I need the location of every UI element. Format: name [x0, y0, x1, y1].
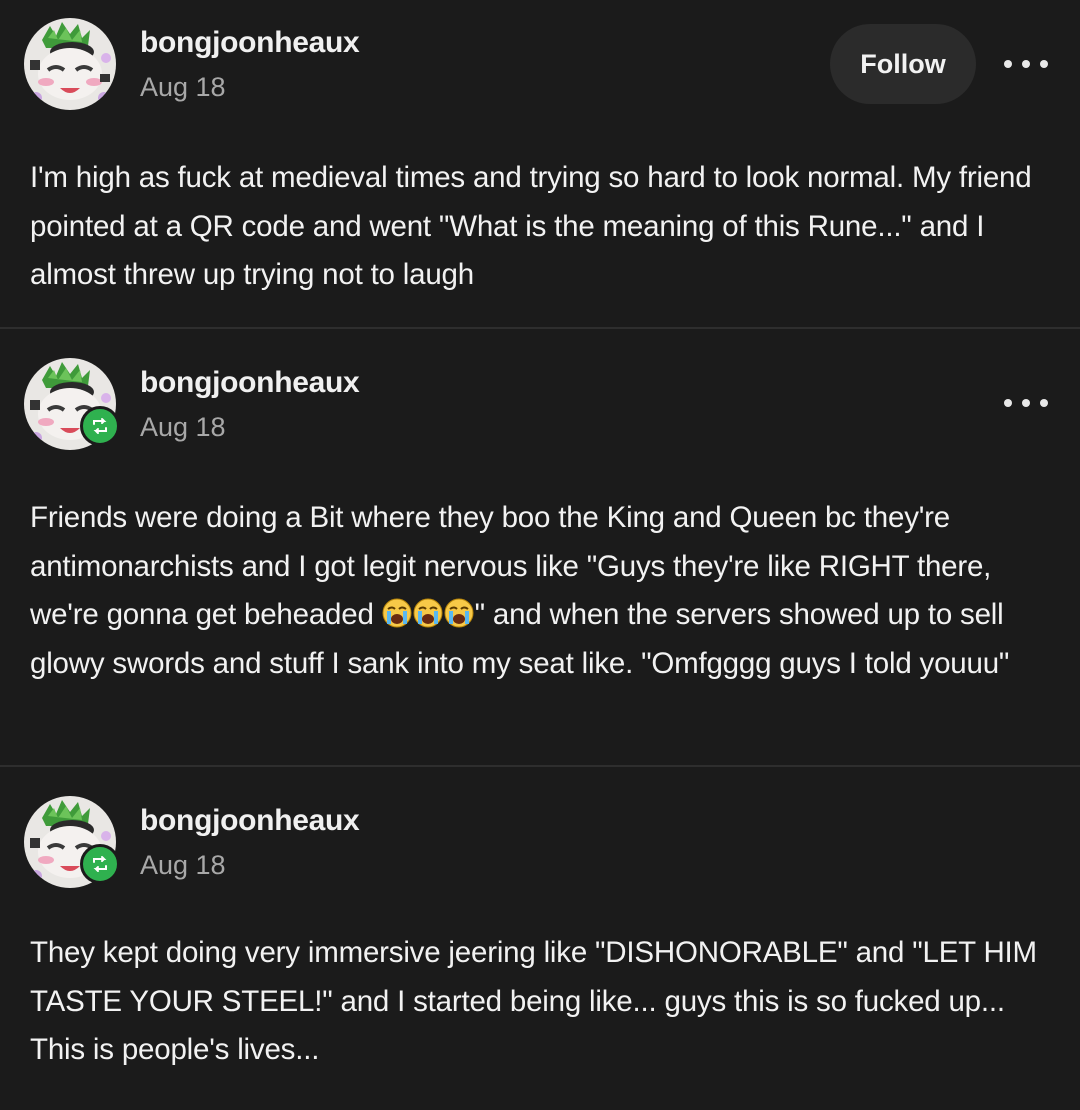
post-divider	[0, 765, 1080, 767]
post-body: Friends were doing a Bit where they boo …	[30, 494, 1060, 688]
loudly-crying-face-icon	[381, 598, 412, 628]
username[interactable]: bongjoonheaux	[140, 804, 360, 838]
reblog-icon	[80, 844, 120, 884]
post-2: bongjoonheaux Aug 18 Friends were doing …	[0, 330, 1080, 766]
avatar[interactable]	[24, 18, 116, 110]
follow-button[interactable]: Follow	[830, 24, 976, 104]
username[interactable]: bongjoonheaux	[140, 26, 360, 60]
post-1: bongjoonheaux Aug 18 Follow I'm high as …	[0, 0, 1080, 328]
loudly-crying-face-icon	[412, 598, 443, 628]
loudly-crying-face-icon	[443, 598, 474, 628]
post-body: They kept doing very immersive jeering l…	[30, 936, 1037, 1066]
post-date[interactable]: Aug 18	[140, 850, 226, 881]
more-options-icon[interactable]	[1004, 57, 1048, 71]
post-date[interactable]: Aug 18	[140, 412, 226, 443]
reblog-icon	[80, 406, 120, 446]
post-date[interactable]: Aug 18	[140, 72, 226, 103]
post-3: bongjoonheaux Aug 18 They kept doing ver…	[0, 768, 1080, 1110]
username[interactable]: bongjoonheaux	[140, 366, 360, 400]
post-body: I'm high as fuck at medieval times and t…	[30, 161, 1032, 291]
avatar[interactable]	[24, 796, 120, 888]
avatar[interactable]	[24, 358, 120, 450]
crying-emoji-group	[381, 598, 475, 631]
more-options-icon[interactable]	[1004, 396, 1048, 410]
post-divider	[0, 327, 1080, 329]
